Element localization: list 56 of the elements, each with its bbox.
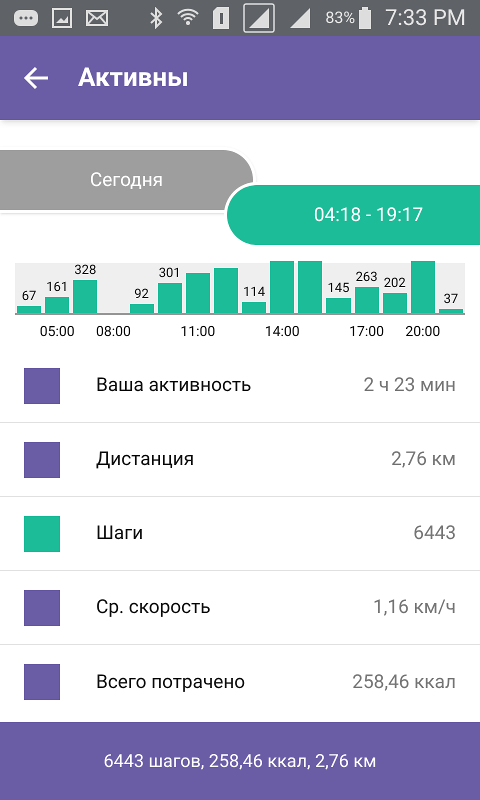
bar-value-label: 301 [158, 266, 181, 281]
bar-value-label: 114 [243, 285, 266, 300]
summary-text: 6443 шагов, 258,46 ккал, 2,76 км [104, 750, 376, 774]
back-arrow-icon [24, 66, 50, 90]
bar-value-label: 92 [134, 287, 149, 302]
battery-percent: 83% [325, 7, 356, 29]
bluetooth-icon [149, 7, 164, 29]
stat-value: 258,46 ккал [352, 668, 456, 695]
stat-label: Ваша активность [96, 372, 252, 398]
stat-label: Ср. скорость [96, 594, 212, 620]
bar [158, 283, 182, 313]
signal-icon [243, 3, 276, 33]
stat-value: 2 ч 23 мин [363, 372, 456, 398]
bar [382, 293, 407, 313]
axis-label: 08:00 [96, 323, 131, 342]
stat-label: Всего потрачено [96, 668, 246, 695]
bar-value-label: 67 [22, 289, 36, 304]
bar [270, 261, 294, 313]
stat-value: 2,76 км [391, 446, 456, 472]
bar [17, 306, 42, 313]
axis-label: 20:00 [405, 323, 440, 342]
sim-icon [213, 7, 230, 29]
image-icon [52, 8, 72, 28]
axis-label: 17:00 [349, 323, 384, 342]
bar [242, 302, 266, 313]
bar-value-label: 328 [74, 263, 96, 278]
clock: 7:33 PM [385, 4, 466, 32]
bar-value-label: 202 [384, 276, 406, 291]
bar [298, 261, 322, 313]
stat-label: Шаги [96, 520, 144, 546]
bar [45, 297, 70, 313]
bar [214, 268, 238, 313]
bar [410, 261, 435, 313]
axis-label: 11:00 [180, 323, 216, 342]
bar [186, 273, 210, 313]
bar-value-label: 263 [356, 270, 378, 285]
time-range-tab[interactable]: 04:18 - 19:17 [224, 182, 480, 248]
page-title: Активны [78, 62, 189, 94]
bar-value-label: 37 [444, 292, 458, 307]
bar [130, 304, 154, 313]
bar [73, 280, 98, 313]
battery-icon [359, 7, 372, 29]
bar [326, 298, 350, 313]
bar-value-label: 161 [46, 280, 68, 295]
chat-icon [14, 9, 38, 27]
stat-value: 1,16 км/ч [372, 594, 456, 620]
stat-value: 6443 [413, 520, 456, 546]
bar-value-label: 145 [327, 281, 350, 296]
stat-label: Дистанция [96, 446, 196, 472]
bar [354, 287, 379, 313]
axis-label: 05:00 [40, 323, 75, 342]
mail-icon [86, 10, 108, 26]
bar [438, 309, 463, 313]
signal-icon [289, 7, 312, 29]
day-tab[interactable]: Сегодня [0, 147, 256, 213]
axis-label: 14:00 [264, 323, 300, 342]
